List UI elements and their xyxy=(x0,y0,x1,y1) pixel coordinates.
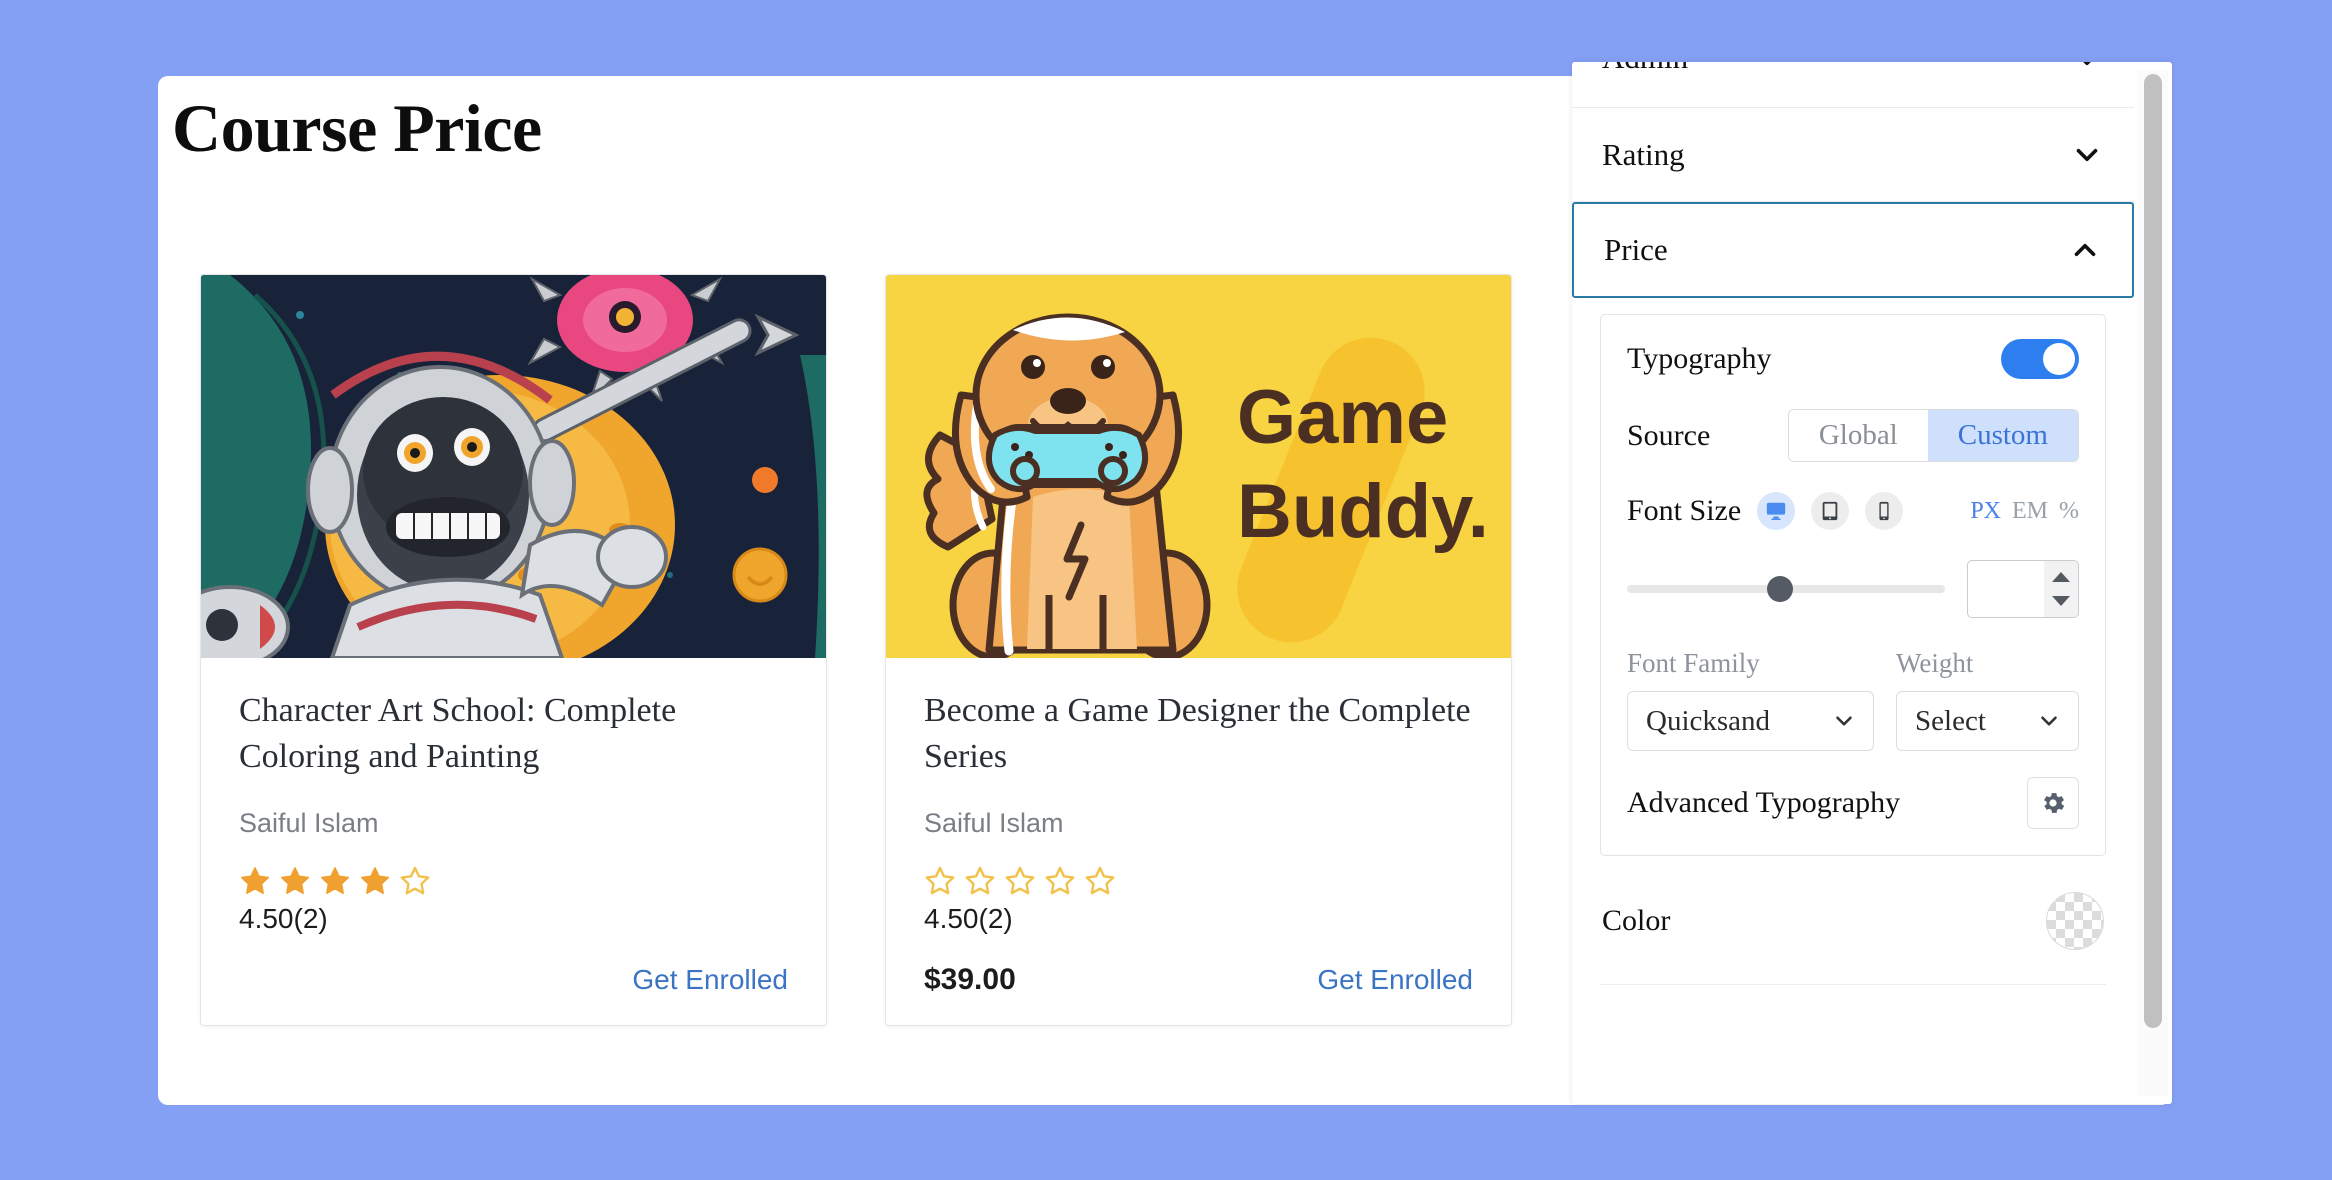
font-weight-select[interactable]: Select xyxy=(1896,691,2079,751)
course-price: $39.00 xyxy=(924,962,1016,996)
course-title: Become a Game Designer the Complete Seri… xyxy=(924,692,1471,775)
font-family-label: Font Family xyxy=(1627,648,1760,678)
font-weight-value: Select xyxy=(1915,704,1986,737)
font-size-spinner xyxy=(2044,561,2078,617)
typography-group: Typography Source Global Custom Font Siz… xyxy=(1600,314,2106,856)
source-label: Source xyxy=(1627,418,1711,452)
mobile-icon xyxy=(1879,501,1889,521)
spinner-up-icon[interactable] xyxy=(2052,572,2070,582)
font-weight-field: Weight Select xyxy=(1896,648,2079,751)
svg-text:Buddy.: Buddy. xyxy=(1237,469,1489,554)
course-author: Saiful Islam xyxy=(239,807,379,838)
font-size-value-field[interactable] xyxy=(1968,561,2044,617)
star-empty-icon[interactable] xyxy=(1044,865,1076,897)
chevron-down-icon xyxy=(2076,148,2098,161)
course-card-footer: Get Enrolled xyxy=(239,961,788,999)
chevron-down-icon xyxy=(2083,62,2091,66)
star-filled-icon[interactable] xyxy=(359,865,391,897)
font-size-slider[interactable] xyxy=(1627,576,1945,602)
widget-settings-panel: Admin Rating Price Typography Source xyxy=(1572,62,2172,1104)
font-family-select[interactable]: Quicksand xyxy=(1627,691,1875,751)
course-thumbnail-astronaut-monkey xyxy=(201,275,826,658)
typography-label: Typography xyxy=(1627,342,1772,375)
accordion-label: Price xyxy=(1604,232,1668,267)
font-weight-label: Weight xyxy=(1896,648,1974,678)
font-size-control-row xyxy=(1627,560,2079,618)
tablet-icon xyxy=(1822,501,1838,521)
star-empty-icon[interactable] xyxy=(399,865,431,897)
course-rating-value: 4.50(2) xyxy=(239,902,328,934)
color-swatch[interactable] xyxy=(2046,892,2104,950)
star-filled-icon[interactable] xyxy=(279,865,311,897)
accordion-admin[interactable]: Admin xyxy=(1572,62,2134,108)
font-size-row: Font Size PX EM % xyxy=(1627,492,2079,530)
price-settings-body: Typography Source Global Custom Font Siz… xyxy=(1572,298,2134,985)
course-thumbnail-game-buddy: Game Buddy. xyxy=(886,275,1511,658)
unit-px[interactable]: PX xyxy=(1970,498,2001,525)
course-card[interactable]: Character Art School: Complete Coloring … xyxy=(200,274,827,1026)
chevron-down-icon xyxy=(1836,716,1852,726)
advanced-typography-label: Advanced Typography xyxy=(1627,786,1901,819)
font-size-slider-thumb[interactable] xyxy=(1766,576,1793,602)
device-mobile-button[interactable] xyxy=(1865,492,1904,530)
device-tablet-button[interactable] xyxy=(1811,492,1850,530)
typography-row: Typography xyxy=(1627,339,2079,379)
svg-text:Game: Game xyxy=(1237,375,1448,460)
color-label: Color xyxy=(1602,904,1671,937)
gear-icon xyxy=(2044,793,2065,813)
device-desktop-button[interactable] xyxy=(1757,492,1796,530)
chevron-up-icon xyxy=(2074,243,2096,257)
advanced-typography-button[interactable] xyxy=(2027,777,2079,829)
font-size-number-input[interactable] xyxy=(1967,560,2079,618)
font-family-field: Font Family Quicksand xyxy=(1627,648,1875,751)
get-enrolled-link[interactable]: Get Enrolled xyxy=(632,964,788,996)
unit-percent[interactable]: % xyxy=(2059,498,2079,525)
accordion-rating[interactable]: Rating xyxy=(1572,108,2134,202)
course-card-footer: $39.00 Get Enrolled xyxy=(924,961,1473,999)
chevron-down-icon xyxy=(2041,716,2057,726)
course-card-body: Character Art School: Complete Coloring … xyxy=(201,658,826,1025)
page-title: Course Price xyxy=(172,90,542,166)
star-filled-icon[interactable] xyxy=(319,865,351,897)
settings-scroll-area: Admin Rating Price Typography Source xyxy=(1572,62,2134,1104)
course-title: Character Art School: Complete Coloring … xyxy=(239,692,677,775)
star-empty-icon[interactable] xyxy=(924,865,956,897)
font-family-weight-row: Font Family Quicksand Weight Select xyxy=(1627,648,2079,751)
panel-scrollbar-thumb[interactable] xyxy=(2144,74,2162,1029)
course-rating-value: 4.50(2) xyxy=(924,902,1013,934)
font-size-unit-group: PX EM % xyxy=(1970,498,2079,525)
source-option-global[interactable]: Global xyxy=(1788,410,1928,461)
source-segmented-control: Global Custom xyxy=(1787,409,2079,462)
accordion-label: Admin xyxy=(1602,62,1688,76)
get-enrolled-link[interactable]: Get Enrolled xyxy=(1317,964,1473,996)
source-row: Source Global Custom xyxy=(1627,409,2079,462)
course-card-list: Character Art School: Complete Coloring … xyxy=(200,274,1512,1026)
course-card-body: Become a Game Designer the Complete Seri… xyxy=(886,658,1511,1025)
advanced-typography-row: Advanced Typography xyxy=(1627,777,2079,829)
star-filled-icon[interactable] xyxy=(239,865,271,897)
font-family-value: Quicksand xyxy=(1646,704,1771,737)
accordion-price[interactable]: Price xyxy=(1572,202,2134,298)
color-row: Color xyxy=(1600,856,2106,985)
course-rating-stars[interactable] xyxy=(239,865,788,897)
star-empty-icon[interactable] xyxy=(1004,865,1036,897)
source-option-custom[interactable]: Custom xyxy=(1927,410,2078,461)
font-size-left-group: Font Size xyxy=(1627,492,1904,530)
course-rating-stars[interactable] xyxy=(924,865,1473,897)
accordion-label: Rating xyxy=(1602,136,1685,172)
typography-toggle[interactable] xyxy=(2001,339,2079,379)
panel-scrollbar-track[interactable] xyxy=(2138,70,2168,1096)
star-empty-icon[interactable] xyxy=(1084,865,1116,897)
spinner-down-icon[interactable] xyxy=(2052,596,2070,606)
font-size-label: Font Size xyxy=(1627,494,1742,527)
course-author: Saiful Islam xyxy=(924,807,1064,838)
course-card[interactable]: Game Buddy. Become a Game Designer the C… xyxy=(885,274,1512,1026)
star-empty-icon[interactable] xyxy=(964,865,996,897)
unit-em[interactable]: EM xyxy=(2012,498,2048,525)
desktop-icon xyxy=(1767,502,1786,520)
